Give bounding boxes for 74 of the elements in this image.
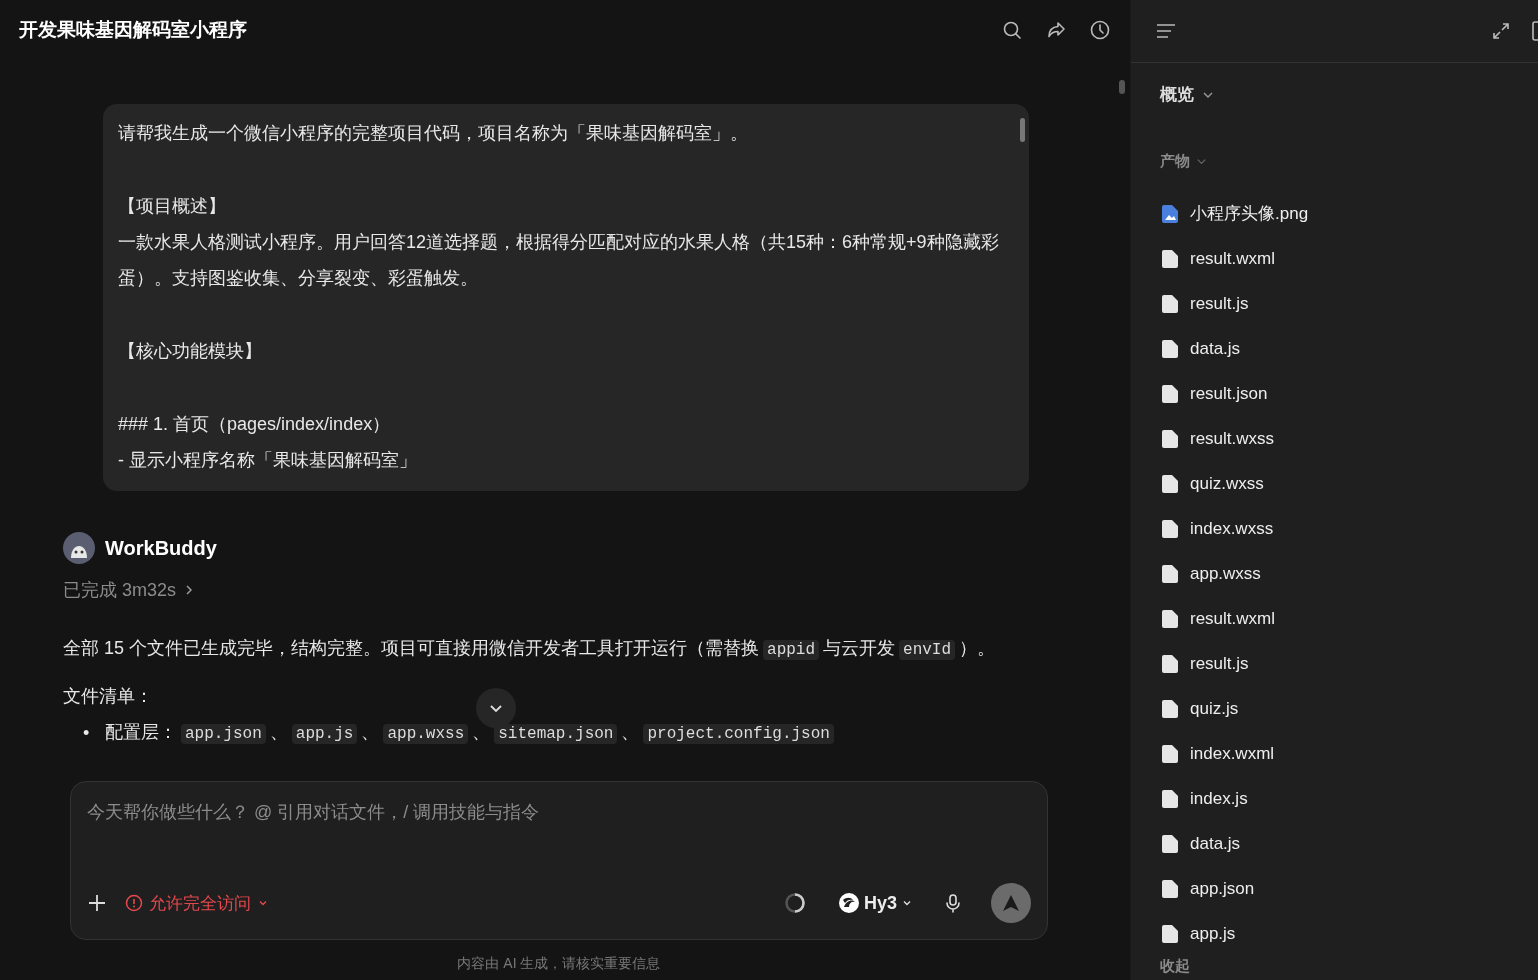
file-item[interactable]: quiz.js bbox=[1190, 698, 1239, 719]
file-icon bbox=[1162, 744, 1178, 763]
panel-icon[interactable] bbox=[1532, 21, 1538, 41]
file-item[interactable]: quiz.wxss bbox=[1190, 473, 1264, 494]
assistant-name: WorkBuddy bbox=[105, 536, 217, 560]
warning-icon bbox=[125, 894, 143, 912]
menu-icon[interactable] bbox=[1156, 23, 1176, 39]
file-item[interactable]: data.js bbox=[1190, 833, 1241, 854]
file-item[interactable]: result.js bbox=[1190, 653, 1249, 674]
file-item[interactable]: app.json bbox=[1190, 878, 1255, 899]
file-icon bbox=[1162, 339, 1178, 358]
file-item[interactable]: app.js bbox=[1190, 923, 1236, 944]
file-list-item: 配置层： app.json 、 app.js 、 app.wxss 、 sitemap.json 、 project.config.json bbox=[105, 716, 838, 750]
window-title: 开发果味基因解码室小程序 bbox=[19, 18, 248, 42]
loading-spinner-icon bbox=[783, 892, 806, 914]
message-text: ### 1. 首页（pages/index/index） bbox=[118, 413, 392, 436]
image-file-icon bbox=[1162, 204, 1178, 223]
file-icon bbox=[1162, 474, 1178, 493]
message-text: 一款水果人格测试小程序。用户回答12道选择题，根据得分匹配对应的水果人格（共15种：6种常规+9种隐藏彩蛋）。支持图鉴收集、分享裂变、彩蛋触发。 bbox=[118, 231, 1000, 290]
file-item[interactable]: index.wxss bbox=[1190, 518, 1274, 539]
message-text: 【项目概述】 bbox=[118, 195, 227, 218]
add-button[interactable] bbox=[87, 893, 107, 913]
access-dropdown[interactable]: 允许完全访问 bbox=[125, 891, 269, 915]
file-icon bbox=[1162, 834, 1178, 853]
file-item[interactable]: app.wxss bbox=[1190, 563, 1261, 584]
overview-heading[interactable]: 概览 bbox=[1160, 83, 1194, 106]
expand-icon[interactable] bbox=[1492, 22, 1510, 40]
file-icon bbox=[1162, 384, 1178, 403]
answer-text: 全部 15 个文件已生成完毕，结构完整。项目可直接用微信开发者工具打开运行（需替换 appid 与云开发 envId ）。 bbox=[63, 637, 997, 662]
file-icon bbox=[1162, 654, 1178, 673]
message-text: - 显示小程序名称「果味基因解码室」 bbox=[118, 449, 418, 472]
send-button[interactable] bbox=[991, 883, 1031, 923]
file-icon bbox=[1162, 609, 1178, 628]
file-icon bbox=[1162, 519, 1178, 538]
file-item[interactable]: index.wxml bbox=[1190, 743, 1275, 764]
bullet-icon: • bbox=[83, 717, 105, 749]
avatar-icon bbox=[63, 532, 95, 564]
file-icon bbox=[1162, 879, 1178, 898]
disclaimer-text: 内容由 AI 生成，请核实重要信息 bbox=[457, 955, 661, 971]
status-toggle[interactable]: 已完成 3m32s bbox=[63, 578, 195, 602]
file-item[interactable]: result.json bbox=[1190, 383, 1268, 404]
section-heading[interactable]: 产物 bbox=[1160, 152, 1190, 171]
scroll-down-button[interactable] bbox=[476, 688, 516, 728]
file-icon bbox=[1162, 924, 1178, 943]
scrollbar[interactable] bbox=[1020, 118, 1025, 142]
file-icon bbox=[1162, 429, 1178, 448]
chat-input[interactable]: 今天帮你做些什么？ @ 引用对话文件，/ 调用技能与指令 bbox=[87, 802, 1031, 823]
message-text: 【核心功能模块】 bbox=[118, 340, 263, 363]
file-item[interactable]: result.js bbox=[1190, 293, 1249, 314]
list-heading: 文件清单： bbox=[63, 685, 153, 708]
send-icon bbox=[1001, 893, 1021, 913]
chevron-icon bbox=[184, 583, 195, 597]
microphone-button[interactable] bbox=[943, 893, 963, 913]
chevron-icon bbox=[1196, 156, 1207, 167]
file-item[interactable]: index.js bbox=[1190, 788, 1248, 809]
file-icon bbox=[1162, 294, 1178, 313]
clock-icon[interactable] bbox=[1089, 19, 1111, 41]
file-item[interactable]: result.wxml bbox=[1190, 248, 1275, 269]
message-text: 请帮我生成一个微信小程序的完整项目代码，项目名称为「果味基因解码室」。 bbox=[118, 122, 749, 145]
collapse-link[interactable]: 收起 bbox=[1160, 957, 1190, 974]
file-item[interactable]: data.js bbox=[1190, 338, 1241, 359]
file-icon bbox=[1162, 699, 1178, 718]
file-icon bbox=[1162, 249, 1178, 268]
model-logo-icon bbox=[837, 892, 860, 914]
file-item[interactable]: result.wxml bbox=[1190, 608, 1275, 629]
plus-icon bbox=[87, 893, 107, 913]
scrollbar[interactable] bbox=[1119, 80, 1125, 94]
microphone-icon bbox=[943, 893, 963, 913]
search-icon[interactable] bbox=[1001, 19, 1023, 41]
file-item[interactable]: result.wxss bbox=[1190, 428, 1275, 449]
file-icon bbox=[1162, 564, 1178, 583]
file-item[interactable]: 小程序头像.png bbox=[1190, 202, 1309, 225]
model-selector[interactable]: Hy3 bbox=[837, 892, 913, 914]
file-icon bbox=[1162, 789, 1178, 808]
